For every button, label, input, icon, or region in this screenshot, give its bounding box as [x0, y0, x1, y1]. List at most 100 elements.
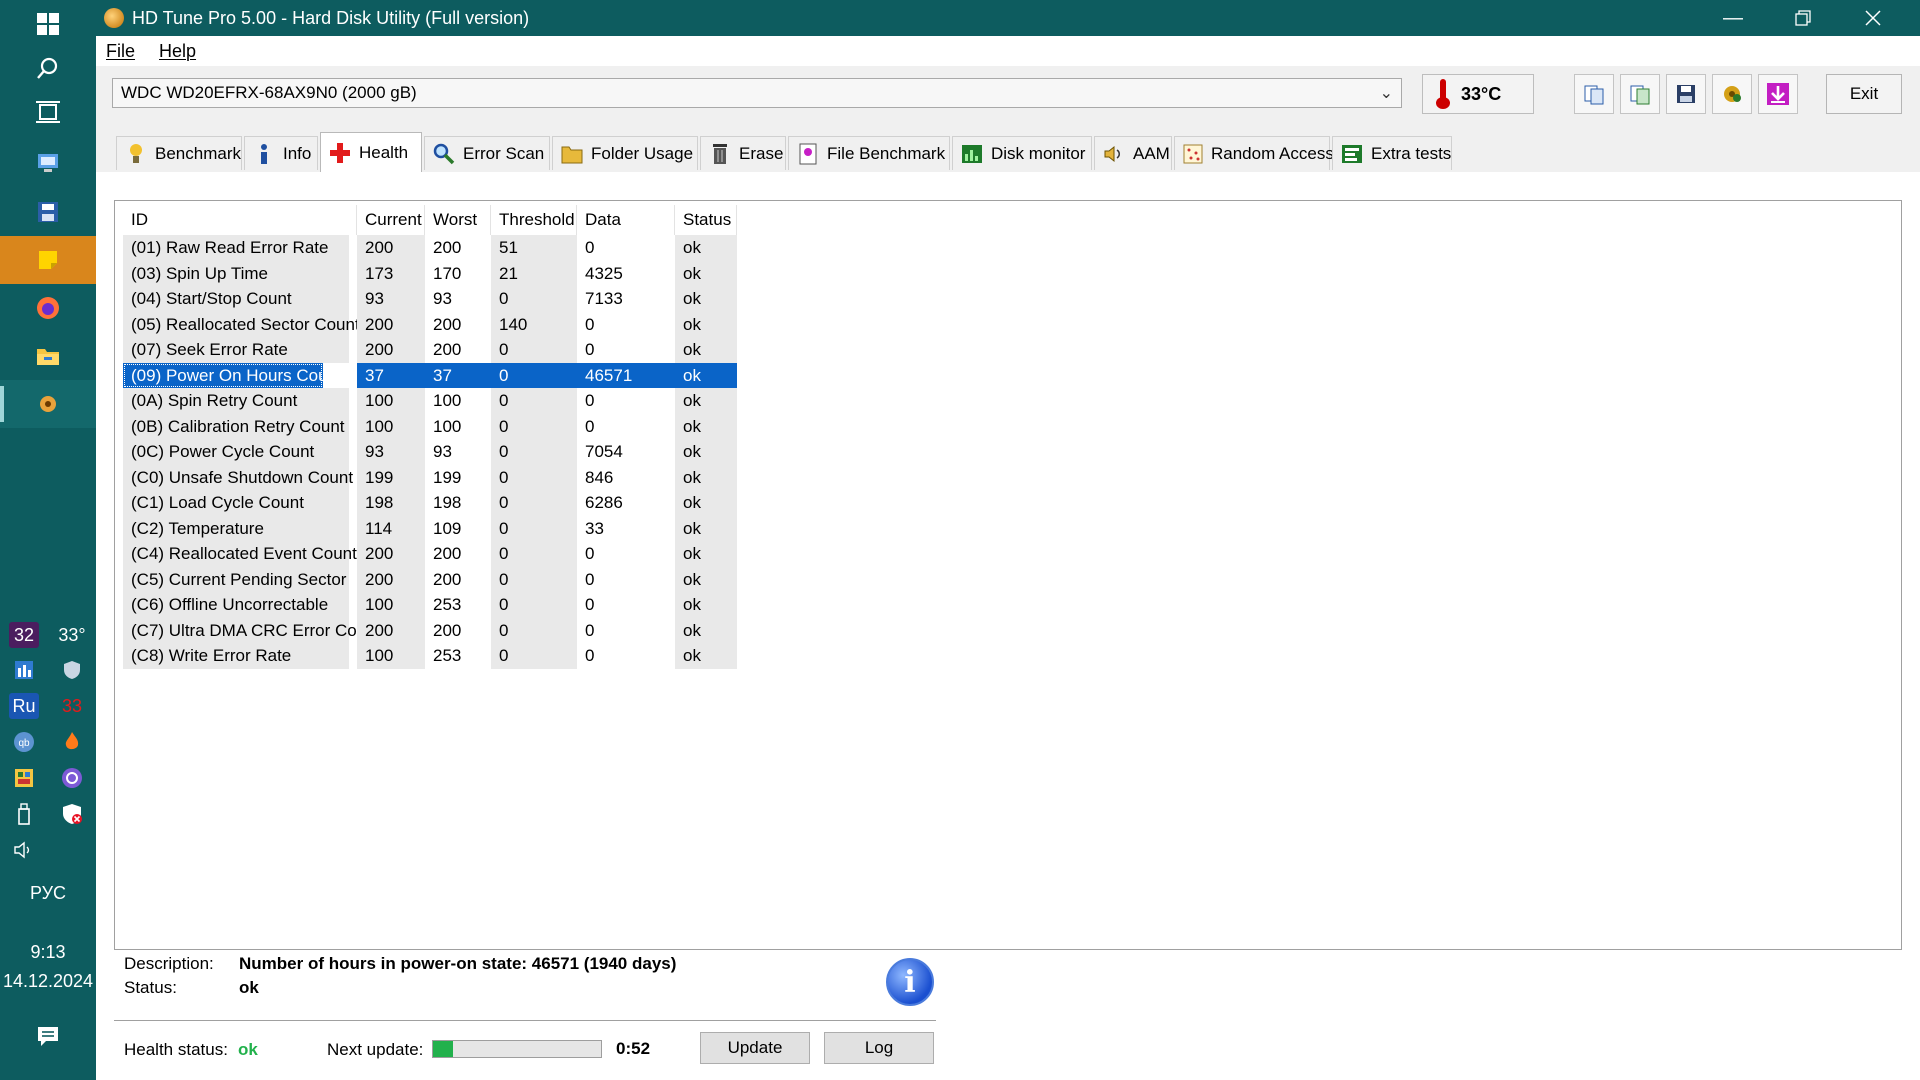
cell-data: 0 — [585, 416, 595, 436]
cell-status: ok — [675, 260, 737, 286]
selection-gap — [323, 362, 357, 388]
task-view-button[interactable] — [0, 88, 96, 136]
tab-extra-tests[interactable]: Extra tests — [1332, 136, 1452, 170]
cell-worst: 109 — [433, 518, 462, 538]
options-button[interactable] — [1712, 74, 1752, 114]
cell-threshold: 0 — [491, 592, 577, 618]
menu-file[interactable]: File — [106, 41, 135, 62]
ru-value-tray-icon[interactable]: 33 — [57, 693, 87, 719]
taskbar-app-save[interactable] — [0, 188, 96, 236]
tab-disk-monitor[interactable]: Disk monitor — [952, 136, 1092, 170]
cell-data: 7133 — [585, 289, 623, 308]
cell-id: (C2) Temperature — [123, 515, 349, 541]
save-button[interactable] — [1666, 74, 1706, 114]
column-header[interactable]: Status — [675, 205, 737, 235]
cell-data: 46571 — [577, 362, 675, 388]
cpu-temp-tray-icon[interactable]: 32 — [9, 622, 39, 648]
log-button[interactable]: Log — [824, 1032, 934, 1064]
column-header[interactable]: Current — [357, 205, 425, 235]
qbittorrent-tray-icon[interactable]: qb — [9, 729, 39, 755]
cell-threshold: 0 — [491, 643, 577, 669]
cell-data: 0 — [585, 340, 595, 359]
drive-select[interactable]: WDC WD20EFRX-68AX9N0 (2000 gB) ⌄ — [112, 78, 1402, 108]
tab-benchmark[interactable]: Benchmark — [116, 136, 242, 170]
taskbar-app-network[interactable] — [0, 138, 96, 186]
cell-worst: 253 — [433, 646, 462, 665]
cell-id: (0C) Power Cycle Count — [123, 439, 349, 465]
tab-erase[interactable]: Erase — [700, 136, 786, 170]
cell-status: ok — [675, 643, 737, 669]
copy-text-button[interactable] — [1574, 74, 1614, 114]
cell-current: 198 — [357, 490, 425, 516]
taskbar-app-hdtune[interactable] — [0, 380, 96, 428]
menu-help[interactable]: Help — [159, 41, 196, 62]
taskbar-app-explorer[interactable] — [0, 332, 96, 380]
clock-date[interactable]: 14.12.2024 — [0, 971, 96, 992]
smart-list-view[interactable]: ID Current Worst Threshold Data Status (01) Ra… — [114, 200, 1902, 950]
start-button[interactable] — [0, 0, 96, 48]
column-header[interactable]: ID — [123, 205, 357, 235]
tab-info[interactable]: Info — [244, 136, 318, 170]
tab-label: Erase — [739, 143, 784, 163]
chart-tray-icon[interactable] — [9, 657, 39, 683]
taskbar-app-sticky-notes[interactable] — [0, 236, 96, 284]
floppy-icon — [1677, 85, 1695, 103]
viber-tray-icon[interactable] — [57, 765, 87, 791]
copy-screenshot-button[interactable] — [1620, 74, 1660, 114]
cell-threshold: 0 — [491, 413, 577, 439]
description-label: Description: — [124, 954, 214, 973]
cell-threshold: 0 — [491, 617, 577, 643]
ru-tray-icon[interactable]: Ru — [9, 693, 39, 719]
cell-worst: 100 — [433, 391, 462, 410]
close-button[interactable] — [1838, 0, 1908, 36]
tab-error-scan[interactable]: Error Scan — [424, 136, 550, 170]
minimize-button[interactable]: — — [1698, 0, 1768, 36]
shield-tray-icon[interactable] — [57, 657, 87, 683]
cell-id: (C0) Unsafe Shutdown Count — [123, 464, 353, 490]
cell-status: ok — [675, 490, 737, 516]
cell-threshold: 0 — [491, 286, 577, 312]
cell-current: 200 — [357, 617, 425, 643]
column-header[interactable]: Threshold — [491, 205, 577, 235]
taskbar-app-firefox[interactable] — [0, 284, 96, 332]
cell-current: 100 — [357, 643, 425, 669]
cell-threshold: 0 — [491, 515, 577, 541]
column-header[interactable]: Data — [577, 205, 675, 235]
cell-threshold: 51 — [491, 235, 577, 261]
progress-fill — [433, 1041, 454, 1057]
app-grid-tray-icon[interactable] — [9, 765, 39, 791]
tab-folder-usage[interactable]: Folder Usage — [552, 136, 698, 170]
tab-label: Error Scan — [463, 143, 545, 163]
health-status-value: ok — [238, 1040, 258, 1059]
restore-button[interactable] — [1768, 0, 1838, 36]
update-button[interactable]: Update — [700, 1032, 810, 1064]
tab-label: Folder Usage — [591, 143, 694, 163]
cell-threshold: 0 — [491, 362, 577, 388]
chevron-down-icon: ⌄ — [1379, 85, 1393, 102]
divider — [114, 1020, 936, 1021]
tab-file-benchmark[interactable]: File Benchmark — [788, 136, 950, 170]
download-update-button[interactable] — [1758, 74, 1798, 114]
tab-random-access[interactable]: Random Access — [1174, 136, 1334, 170]
clock-time[interactable]: 9:13 — [0, 942, 96, 963]
volume-tray-icon[interactable] — [9, 837, 39, 863]
gpu-temp-tray-icon[interactable]: 33° — [57, 622, 87, 648]
file-benchmark-icon — [797, 143, 819, 165]
tab-health[interactable]: Health — [320, 132, 422, 172]
info-icon: i — [886, 958, 934, 1006]
security-warning-tray-icon[interactable] — [57, 801, 87, 827]
cell-current: 200 — [357, 541, 425, 567]
exit-button[interactable]: Exit — [1826, 74, 1902, 114]
flame-tray-icon[interactable] — [57, 729, 87, 755]
temperature-value: 33°C — [1461, 83, 1502, 104]
tab-aam[interactable]: AAM — [1094, 136, 1172, 170]
search-button[interactable] — [0, 44, 96, 92]
cell-id: (0B) Calibration Retry Count — [123, 413, 349, 439]
close-icon — [1865, 10, 1881, 26]
cell-worst: 198 — [433, 493, 462, 512]
notifications-button[interactable] — [0, 1012, 96, 1060]
cell-status: ok — [675, 362, 737, 388]
usb-tray-icon[interactable] — [9, 801, 39, 827]
language-indicator[interactable]: РУС — [0, 883, 96, 904]
column-header[interactable]: Worst — [425, 205, 491, 235]
